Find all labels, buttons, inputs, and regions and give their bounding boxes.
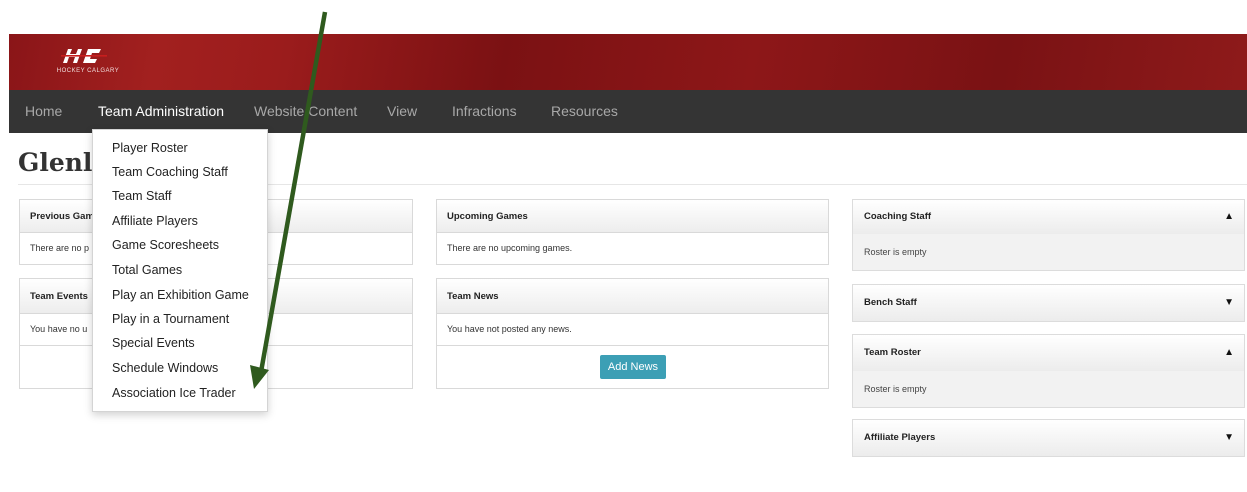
team-roster-body: Roster is empty [853, 371, 1244, 407]
hc-logo-icon [61, 49, 107, 63]
coaching-staff-body: Roster is empty [853, 234, 1244, 270]
nav-view[interactable]: View [387, 90, 417, 133]
menu-item-play-exhibition-game[interactable]: Play an Exhibition Game [112, 288, 249, 302]
coaching-staff-panel: Coaching Staff ▲ Roster is empty [852, 199, 1245, 271]
nav-infractions[interactable]: Infractions [452, 90, 517, 133]
team-news-panel: Team News You have not posted any news. … [436, 278, 829, 389]
coaching-staff-header[interactable]: Coaching Staff ▲ [853, 200, 1244, 234]
hockey-calgary-logo[interactable]: HOCKEY CALGARY [43, 47, 133, 77]
collapse-up-icon[interactable]: ▲ [1224, 335, 1234, 371]
coaching-staff-title: Coaching Staff [864, 211, 932, 222]
menu-item-play-in-tournament[interactable]: Play in a Tournament [112, 312, 229, 326]
team-news-footer [437, 345, 828, 346]
menu-item-team-staff[interactable]: Team Staff [112, 189, 172, 203]
bench-staff-title: Bench Staff [864, 297, 917, 308]
team-roster-header[interactable]: Team Roster ▲ [853, 335, 1244, 371]
team-roster-panel: Team Roster ▲ Roster is empty [852, 334, 1245, 408]
bench-staff-header[interactable]: Bench Staff ▼ [853, 285, 1244, 321]
collapse-up-icon[interactable]: ▲ [1224, 200, 1234, 234]
add-news-button[interactable]: Add News [600, 355, 666, 379]
nav-website-content[interactable]: Website Content [254, 90, 357, 133]
logo-text: HOCKEY CALGARY [56, 68, 120, 74]
menu-item-team-coaching-staff[interactable]: Team Coaching Staff [112, 165, 228, 179]
menu-item-game-scoresheets[interactable]: Game Scoresheets [112, 238, 219, 252]
nav-team-administration[interactable]: Team Administration [98, 90, 224, 133]
upcoming-games-panel: Upcoming Games There are no upcoming gam… [436, 199, 829, 265]
menu-item-association-ice-trader[interactable]: Association Ice Trader [112, 386, 236, 400]
team-news-title: Team News [437, 279, 828, 314]
menu-item-schedule-windows[interactable]: Schedule Windows [112, 361, 218, 375]
affiliate-players-header[interactable]: Affiliate Players ▼ [853, 420, 1244, 456]
nav-resources[interactable]: Resources [551, 90, 618, 133]
bench-staff-panel: Bench Staff ▼ [852, 284, 1245, 322]
expand-down-icon[interactable]: ▼ [1224, 285, 1234, 321]
expand-down-icon[interactable]: ▼ [1224, 420, 1234, 456]
upcoming-games-title: Upcoming Games [437, 200, 828, 233]
nav-home[interactable]: Home [25, 90, 62, 133]
upcoming-games-body: There are no upcoming games. [447, 243, 573, 253]
affiliate-players-panel: Affiliate Players ▼ [852, 419, 1245, 457]
affiliate-players-title: Affiliate Players [864, 432, 936, 443]
team-news-body: You have not posted any news. [447, 324, 572, 334]
menu-item-affiliate-players[interactable]: Affiliate Players [112, 214, 198, 228]
menu-item-total-games[interactable]: Total Games [112, 263, 182, 277]
team-roster-title: Team Roster [864, 347, 921, 358]
main-navbar: Home Team Administration Website Content… [9, 90, 1247, 133]
site-header: HOCKEY CALGARY [9, 34, 1247, 90]
team-administration-dropdown: Player Roster Team Coaching Staff Team S… [92, 129, 268, 412]
menu-item-special-events[interactable]: Special Events [112, 336, 195, 350]
menu-item-player-roster[interactable]: Player Roster [112, 141, 188, 155]
